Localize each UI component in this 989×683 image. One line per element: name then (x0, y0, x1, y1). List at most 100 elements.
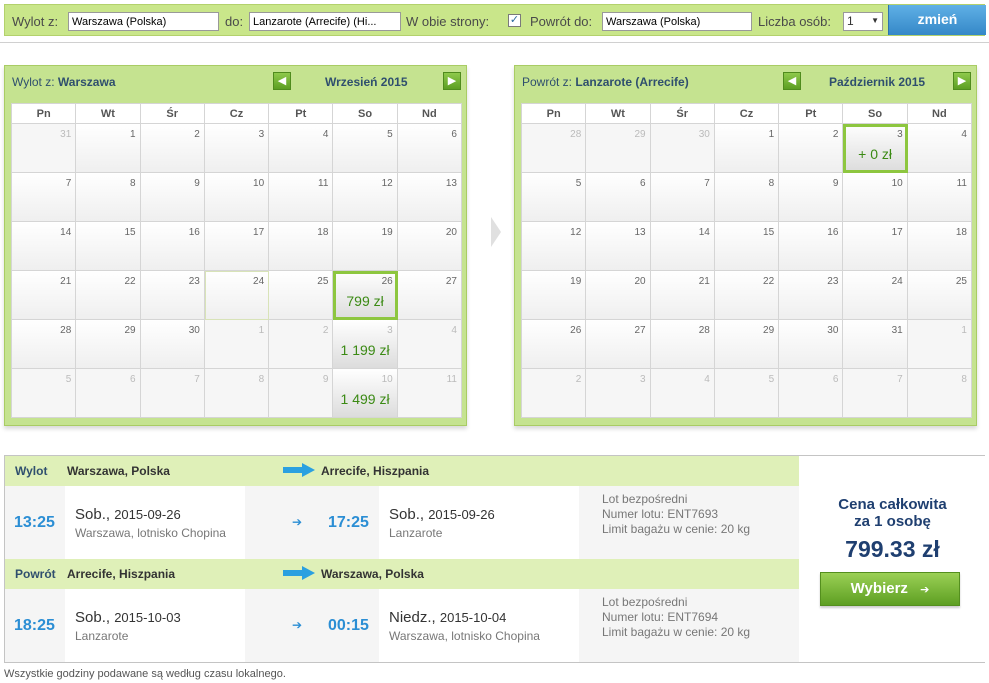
inbound-arr-date: Niedz., 2015-10-04 (389, 609, 506, 626)
calendar-day: 31 (843, 320, 908, 369)
from-label: Wylot z: (12, 14, 59, 29)
outbound-arr-cell: Sob., 2015-09-26 Lanzarote (379, 486, 579, 559)
month-label: Wrzesień 2015 (325, 75, 408, 89)
day-number: 1 (768, 129, 775, 140)
weekday-header: Nd (397, 104, 462, 124)
prev-month-button[interactable]: ◀ (273, 72, 291, 90)
calendar-day: 7 (843, 369, 908, 418)
calendar-day: 11 (907, 173, 972, 222)
to-input[interactable] (249, 12, 401, 31)
calendar-day: 5 (714, 369, 780, 418)
day-number: 26 (381, 276, 393, 287)
next-month-button[interactable]: ▶ (443, 72, 461, 90)
weekday-header: Wt (76, 104, 141, 124)
outbound-arr-time: 17:25 (328, 514, 369, 531)
day-number: 1 (961, 325, 967, 336)
calendar-day: 6 (76, 369, 141, 418)
prev-month-button[interactable]: ◀ (783, 72, 801, 90)
calendar-day: 28 (12, 320, 77, 369)
outbound-dep-cell: Sob., 2015-09-26 Warszawa, lotnisko Chop… (65, 486, 245, 559)
change-button[interactable]: zmień (888, 5, 986, 35)
calendar-day: 23 (779, 271, 844, 320)
return-input[interactable] (602, 12, 752, 31)
calendar-day-priced[interactable]: 3 + 0 zł (843, 124, 908, 173)
inbound-from: Arrecife, Hiszpania (67, 567, 176, 581)
inbound-arr-date-value: 2015-10-04 (439, 610, 507, 625)
day-number: 10 (891, 178, 903, 189)
calendar-day-priced[interactable]: 26 799 zł (333, 271, 398, 320)
calendar-day: 25 (269, 271, 334, 320)
day-number: 23 (188, 276, 200, 287)
day-number: 5 (65, 374, 72, 385)
day-number: 9 (322, 374, 329, 385)
flight-type: Lot bezpośredni (602, 595, 688, 609)
day-number: 3 (897, 129, 903, 140)
calendar-day: 5 (12, 369, 77, 418)
day-number: 11 (956, 178, 967, 189)
day-number: 31 (891, 325, 903, 336)
next-month-button[interactable]: ▶ (953, 72, 971, 90)
weekday-header: Pn (12, 104, 77, 124)
calendar-day: 16 (779, 222, 844, 271)
day-number: 10 (381, 374, 393, 385)
from-input[interactable] (68, 12, 219, 31)
to-label: do: (225, 14, 244, 29)
calendar-day-priced[interactable]: 3 1 199 zł (333, 320, 398, 369)
inbound-dep-cell: Sob., 2015-10-03 Lanzarote (65, 589, 245, 662)
day-number: 6 (451, 129, 457, 140)
inbound-dep-time: 18:25 (14, 617, 55, 634)
day-number: 4 (451, 325, 457, 336)
price-caption-line2: za 1 osobę (854, 513, 931, 530)
day-number: 15 (124, 227, 136, 238)
day-number: 13 (634, 227, 646, 238)
day-number: 23 (827, 276, 839, 287)
calendar-day: 2 (522, 369, 587, 418)
price-box: Cena całkowita za 1 osobę 799.33 zł Wybi… (800, 456, 985, 662)
arrow-left-icon: ◀ (277, 75, 287, 87)
calendar-title: Powrót z: Lanzarote (Arrecife) (522, 75, 689, 89)
calendar-day: 16 (140, 222, 205, 271)
day-number: 25 (955, 276, 967, 287)
day-number: 19 (570, 276, 582, 287)
persons-select[interactable]: 1 ▼ (843, 12, 883, 31)
calendar-day: 5 (522, 173, 587, 222)
calendar-day: 12 (522, 222, 587, 271)
calendar-day: 12 (333, 173, 398, 222)
weekday-header: So (843, 104, 908, 124)
choose-label: Wybierz (850, 580, 908, 597)
search-bar: Wylot z: do: W obie strony: ✓ Powrót do:… (4, 4, 986, 36)
both-ways-checkbox[interactable]: ✓ (508, 14, 521, 27)
weekday-header: So (333, 104, 398, 124)
weekday-header: Cz (204, 104, 270, 124)
day-number: 2 (322, 325, 329, 336)
day-number: 12 (381, 178, 393, 189)
calendar-title-city: Lanzarote (Arrecife) (575, 75, 689, 89)
arrow-right-icon: ➔ (292, 618, 303, 632)
calendar-day: 11 (397, 369, 462, 418)
outbound-calendar: Wylot z: Warszawa ◀ Wrzesień 2015 ▶ Pn Wt… (4, 65, 467, 426)
day-number: 27 (634, 325, 646, 336)
calendar-day-priced[interactable]: 10 1 499 zł (333, 369, 398, 418)
choose-button[interactable]: Wybierz ➔ (820, 572, 960, 606)
persons-value: 1 (847, 14, 854, 28)
calendar-day: 18 (269, 222, 334, 271)
price-caption: Cena całkowita za 1 osobę (800, 496, 985, 530)
calendar-day: 9 (140, 173, 205, 222)
day-number: 17 (253, 227, 265, 238)
day-number: 6 (640, 178, 646, 189)
calendar-day: 29 (714, 320, 780, 369)
calendar-day: 27 (586, 320, 651, 369)
calendar-day: 3 (204, 124, 270, 173)
day-number: 3 (258, 129, 265, 140)
calendar-day: 20 (586, 271, 651, 320)
weekday-header: Wt (586, 104, 651, 124)
calendar-day: 20 (397, 222, 462, 271)
calendar-day: 13 (397, 173, 462, 222)
calendar-day: 2 (269, 320, 334, 369)
day-number: 8 (130, 178, 136, 189)
day-number: 5 (575, 178, 582, 189)
day-number: 18 (955, 227, 967, 238)
calendar-day: 29 (586, 124, 651, 173)
calendar-day: 9 (779, 173, 844, 222)
outbound-dep-date-value: 2015-09-26 (114, 507, 181, 522)
